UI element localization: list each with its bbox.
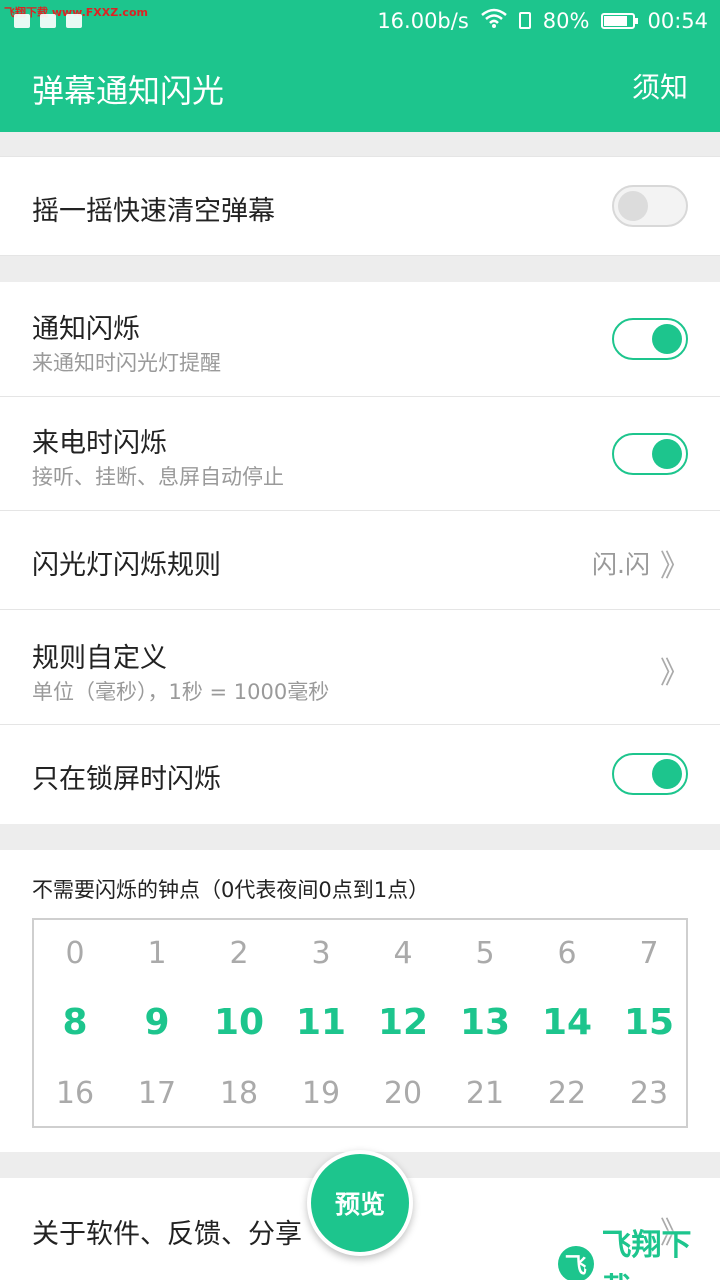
notification-icon	[40, 14, 56, 28]
hour-cell-22[interactable]: 22	[526, 1076, 608, 1111]
app-bar: 弹幕通知闪光 须知	[0, 44, 720, 132]
hour-cell-5[interactable]: 5	[444, 936, 526, 971]
hour-cell-18[interactable]: 18	[198, 1076, 280, 1111]
hour-cell-1[interactable]: 1	[116, 936, 198, 971]
setting-description: 来通知时闪光灯提醒	[32, 351, 221, 375]
setting-label: 规则自定义	[32, 643, 167, 674]
setting-row-call-flash[interactable]: 来电时闪烁 接听、挂断、息屏自动停止	[0, 397, 720, 511]
chevron-right-icon: 》	[660, 656, 690, 691]
hour-cell-15[interactable]: 15	[608, 1002, 690, 1043]
hours-section-title: 不需要闪烁的钟点（0代表夜间0点到1点）	[32, 878, 430, 902]
about-label: 关于软件、反馈、分享	[32, 1219, 302, 1250]
hour-cell-10[interactable]: 10	[198, 1002, 280, 1043]
toggle-knob	[618, 191, 648, 221]
flash-rule-value: 闪.闪	[592, 550, 650, 579]
flash-settings-section: 通知闪烁 来通知时闪光灯提醒 来电时闪烁 接听、挂断、息屏自动停止 闪光灯闪烁规…	[0, 282, 720, 824]
hour-cell-2[interactable]: 2	[198, 936, 280, 971]
hour-cell-6[interactable]: 6	[526, 936, 608, 971]
hour-cell-3[interactable]: 3	[280, 936, 362, 971]
hour-cell-4[interactable]: 4	[362, 936, 444, 971]
shake-clear-toggle[interactable]	[612, 185, 688, 227]
hour-cell-0[interactable]: 0	[34, 936, 116, 971]
shake-section: 摇一摇快速清空弹幕	[0, 156, 720, 256]
hour-cell-17[interactable]: 17	[116, 1076, 198, 1111]
lock-only-toggle[interactable]	[612, 753, 688, 795]
hour-cell-11[interactable]: 11	[280, 1002, 362, 1043]
notification-icon	[66, 14, 82, 28]
battery-icon	[601, 12, 639, 29]
preview-button[interactable]: 预览	[307, 1150, 413, 1256]
setting-description: 接听、挂断、息屏自动停止	[32, 465, 284, 489]
brand-logo-icon: 飞	[556, 1244, 596, 1280]
notice-button[interactable]: 须知	[632, 66, 688, 106]
hour-cell-16[interactable]: 16	[34, 1076, 116, 1111]
hour-cell-20[interactable]: 20	[362, 1076, 444, 1111]
notify-flash-toggle[interactable]	[612, 318, 688, 360]
status-bar: 飞翔下载 www.FXXZ.com 16.00b/s 80% 00:54	[0, 0, 720, 44]
hour-cell-9[interactable]: 9	[116, 1002, 198, 1043]
setting-row-flash-rule[interactable]: 闪光灯闪烁规则 闪.闪 》	[0, 511, 720, 610]
hour-cell-21[interactable]: 21	[444, 1076, 526, 1111]
wifi-icon	[480, 8, 507, 33]
setting-row-notify-flash[interactable]: 通知闪烁 来通知时闪光灯提醒	[0, 282, 720, 397]
setting-label: 摇一摇快速清空弹幕	[32, 196, 275, 227]
hours-section: 不需要闪烁的钟点（0代表夜间0点到1点） 0 1 2 3 4 5 6 7 8 9 10 11 12 13 1…	[0, 850, 720, 1152]
hour-cell-14[interactable]: 14	[526, 1002, 608, 1043]
setting-label: 闪光灯闪烁规则	[32, 550, 221, 581]
hour-cell-7[interactable]: 7	[608, 936, 690, 971]
clock: 00:54	[647, 8, 708, 33]
setting-row-custom-rule[interactable]: 规则自定义 单位（毫秒），1秒 = 1000毫秒 》	[0, 610, 720, 725]
setting-label: 来电时闪烁	[32, 428, 167, 459]
network-speed: 16.00b/s	[377, 8, 469, 33]
hour-cell-19[interactable]: 19	[280, 1076, 362, 1111]
toggle-knob	[652, 759, 682, 789]
battery-fill	[604, 15, 627, 26]
toggle-knob	[652, 324, 682, 354]
page-title: 弹幕通知闪光	[32, 72, 225, 110]
hour-cell-23[interactable]: 23	[608, 1076, 690, 1111]
hour-cell-12[interactable]: 12	[362, 1002, 444, 1043]
phone-icon	[518, 12, 531, 29]
hour-cell-8[interactable]: 8	[34, 1002, 116, 1043]
notification-icon	[14, 14, 30, 28]
brand-text: 飞翔下载	[601, 1228, 692, 1280]
setting-label: 通知闪烁	[32, 314, 140, 345]
setting-row-shake-clear[interactable]: 摇一摇快速清空弹幕	[0, 156, 720, 256]
hour-grid: 0 1 2 3 4 5 6 7 8 9 10 11 12 13 14 15 16 17 18 19 20 21 22 23	[32, 918, 688, 1128]
hour-cell-13[interactable]: 13	[444, 1002, 526, 1043]
setting-description: 单位（毫秒），1秒 = 1000毫秒	[32, 680, 330, 704]
call-flash-toggle[interactable]	[612, 433, 688, 475]
battery-percent: 80%	[542, 8, 590, 33]
brand-watermark: 飞 飞翔下载	[556, 1220, 720, 1280]
setting-row-lock-only[interactable]: 只在锁屏时闪烁	[0, 725, 720, 824]
toggle-knob	[652, 439, 682, 469]
notification-icons	[14, 14, 82, 28]
chevron-right-icon: 》	[660, 549, 690, 584]
setting-label: 只在锁屏时闪烁	[32, 764, 221, 795]
